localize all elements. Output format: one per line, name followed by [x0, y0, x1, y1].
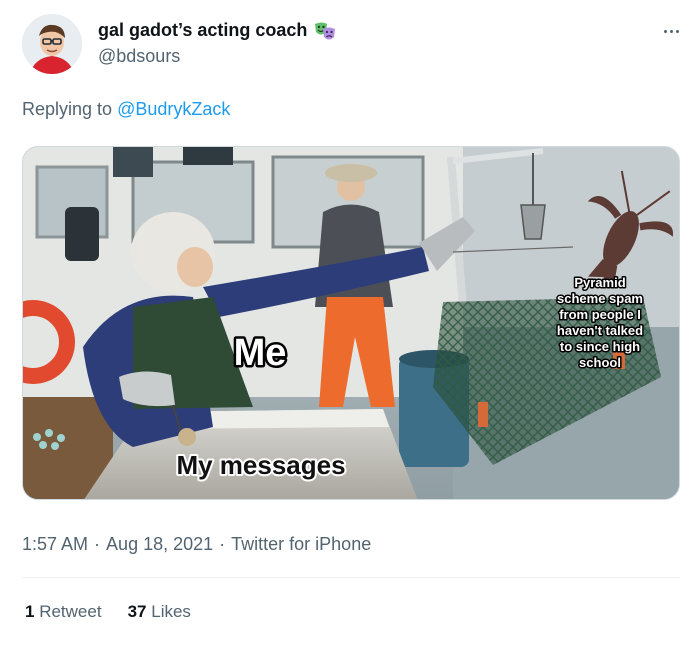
meme-caption-messages: My messages: [176, 450, 345, 480]
meme-caption-lobster-line: scheme spam: [557, 291, 643, 306]
meme-caption-me: Me: [234, 332, 287, 374]
author-handle[interactable]: @bdsours: [98, 46, 180, 67]
performing-arts-masks-icon: [313, 21, 337, 41]
tweet-header: gal gadot’s acting coach @bdsours: [22, 14, 682, 76]
retweets-label: Retweet: [39, 602, 102, 621]
tweet-stats: 1 Retweet 37 Likes: [25, 602, 191, 622]
meme-image: Me My messages Pyramid scheme spam from …: [23, 147, 679, 499]
meme-caption-lobster-line: school: [579, 355, 621, 370]
separator-dot: ·: [94, 534, 101, 554]
avatar[interactable]: [22, 14, 82, 74]
tweet-time[interactable]: 1:57 AM: [22, 534, 88, 555]
meme-caption-lobster-line: Pyramid: [574, 275, 625, 290]
avatar-image: [22, 14, 82, 74]
divider: [22, 577, 680, 578]
author-display-name[interactable]: gal gadot’s acting coach: [98, 20, 307, 41]
retweets-stat[interactable]: 1 Retweet: [25, 602, 102, 622]
more-options-icon[interactable]: [660, 20, 682, 42]
reply-mention-link[interactable]: @BudrykZack: [117, 99, 230, 119]
likes-stat[interactable]: 37 Likes: [128, 602, 191, 622]
likes-count: 37: [127, 602, 147, 621]
separator-dot: ·: [219, 534, 226, 554]
meme-caption-lobster-line: from people I: [559, 307, 641, 322]
tweet-date[interactable]: Aug 18, 2021: [106, 534, 213, 555]
replying-to: Replying to @BudrykZack: [22, 99, 230, 120]
meme-caption-lobster-line: to since high: [560, 339, 640, 354]
author-name-row[interactable]: gal gadot’s acting coach: [98, 20, 337, 41]
tweet-source-link[interactable]: Twitter for iPhone: [231, 534, 371, 555]
likes-label: Likes: [151, 602, 191, 621]
tweet-timestamp: 1:57 AM · Aug 18, 2021 · Twitter for iPh…: [22, 534, 371, 555]
reply-prefix: Replying to: [22, 99, 113, 119]
tweet-media-image[interactable]: Me My messages Pyramid scheme spam from …: [22, 146, 680, 500]
meme-caption-lobster-line: haven't talked: [557, 323, 643, 338]
retweets-count: 1: [25, 602, 35, 621]
